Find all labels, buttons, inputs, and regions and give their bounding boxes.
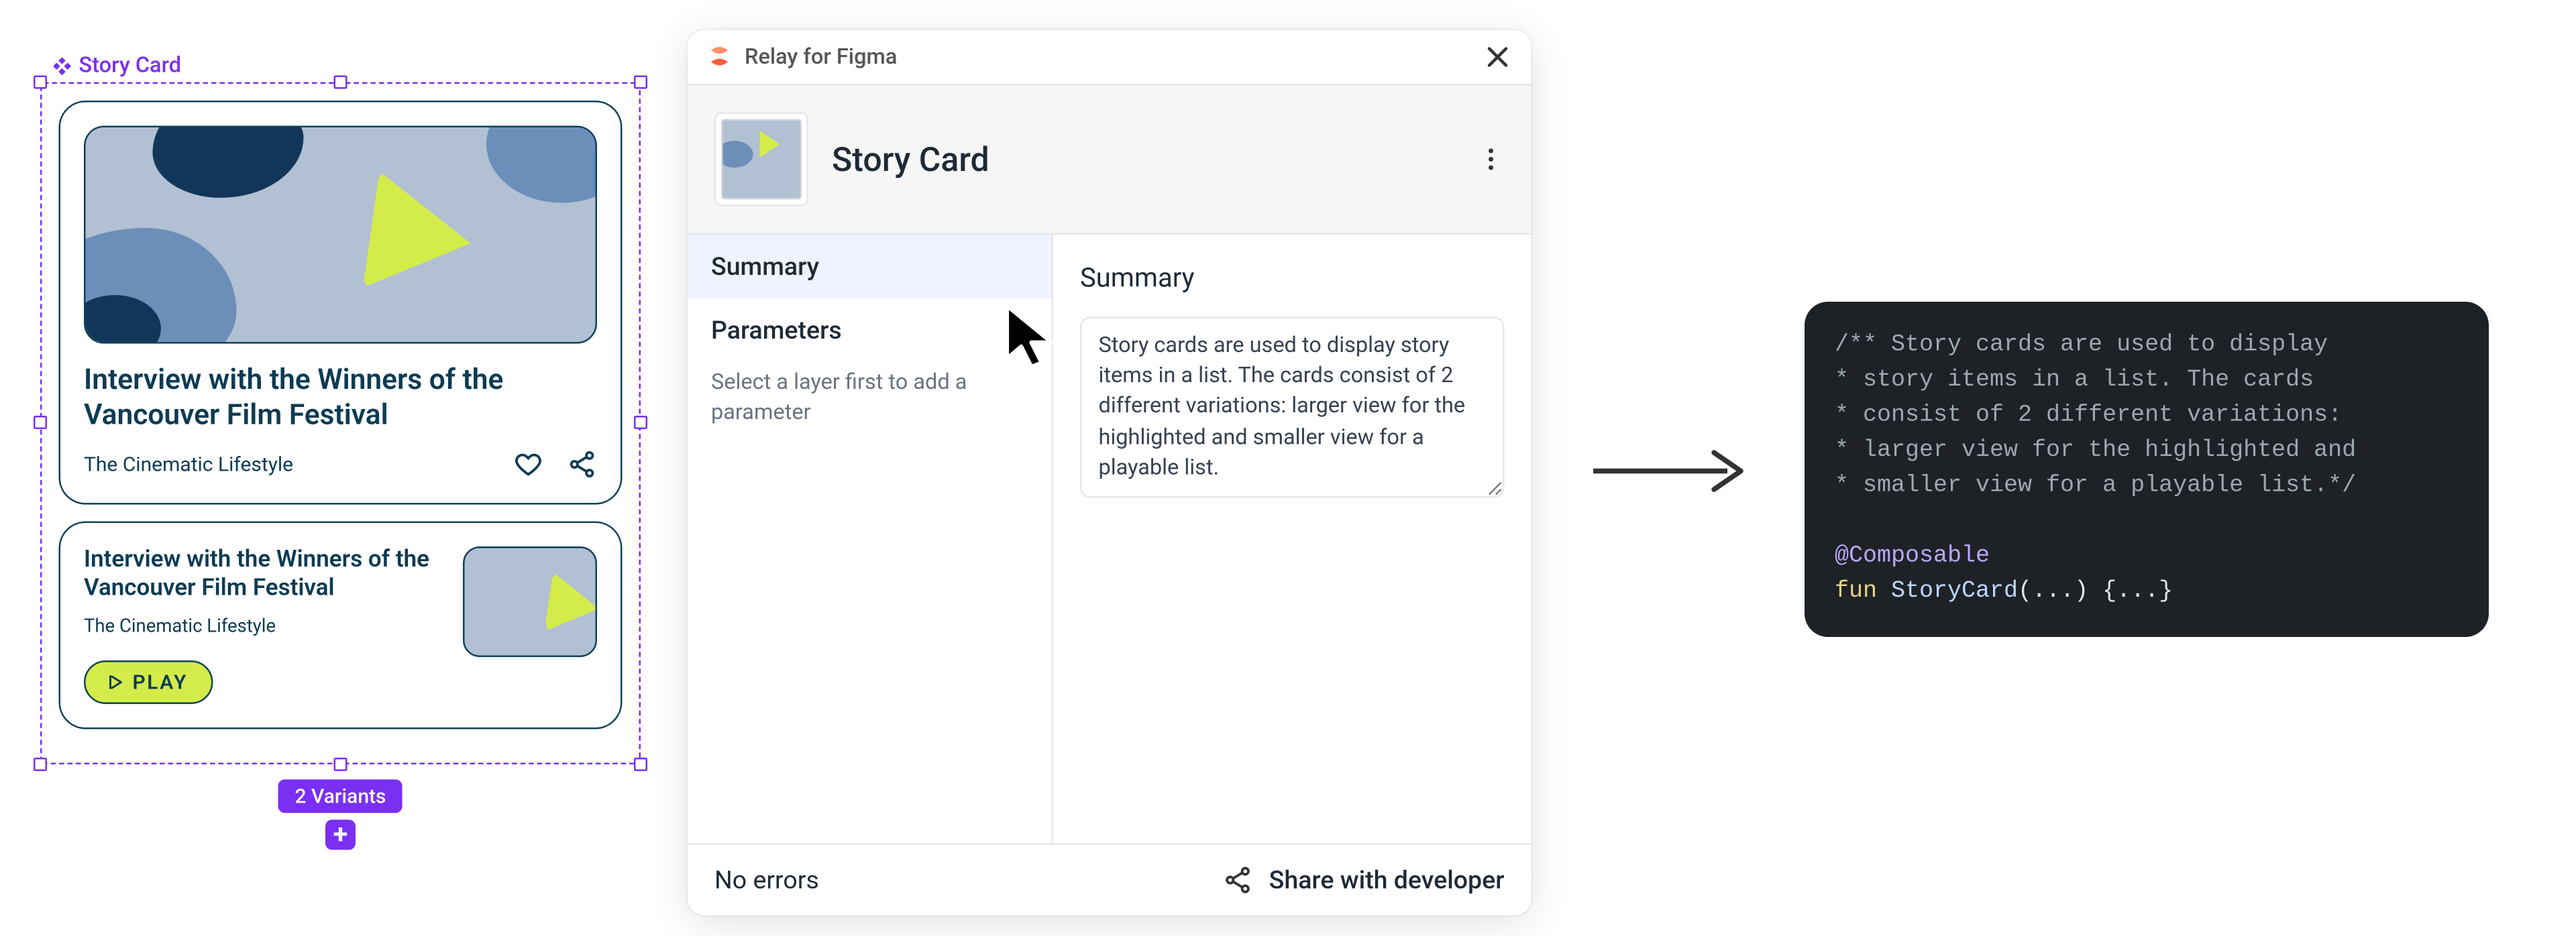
component-icon — [54, 57, 72, 76]
card-title: Interview with the Winners of the Vancou… — [84, 546, 443, 605]
component-thumbnail — [714, 113, 808, 207]
resize-handle[interactable] — [634, 76, 647, 89]
resize-handle[interactable] — [34, 76, 47, 89]
play-icon — [109, 675, 123, 688]
component-label: Story Card — [54, 54, 181, 79]
close-icon[interactable] — [1485, 44, 1511, 70]
component-label-text: Story Card — [79, 54, 182, 79]
code-decl-line: fun StoryCard(...) {...} — [1835, 579, 2173, 605]
resize-handle[interactable] — [334, 76, 347, 89]
share-icon[interactable] — [567, 449, 597, 479]
hero-image — [84, 126, 597, 344]
summary-heading: Summary — [1080, 261, 1505, 294]
relay-logo-icon — [708, 46, 731, 69]
plugin-name: Relay for Figma — [745, 44, 897, 70]
play-icon — [363, 171, 479, 301]
heart-icon[interactable] — [513, 449, 543, 479]
panel-sidebar: Summary Parameters Select a layer first … — [688, 235, 1053, 843]
plugin-titlebar: Relay for Figma — [688, 30, 1532, 86]
mouse-cursor-icon — [1003, 302, 1060, 369]
card-subtitle: The Cinematic Lifestyle — [84, 452, 293, 475]
selection-frame[interactable]: Interview with the Winners of the Vancou… — [40, 82, 641, 764]
code-comment-line: * consist of 2 different variations: — [1835, 402, 2342, 429]
status-text: No errors — [714, 865, 819, 895]
card-title: Interview with the Winners of the Vancou… — [84, 364, 597, 435]
play-label: PLAY — [133, 670, 188, 693]
play-button[interactable]: PLAY — [84, 660, 213, 703]
card-subtitle: The Cinematic Lifestyle — [84, 614, 443, 636]
play-icon — [545, 571, 597, 638]
arrow-right-icon — [1590, 446, 1748, 496]
relay-plugin-panel: Relay for Figma Story Card Summary Param… — [688, 30, 1532, 915]
resize-handle[interactable] — [334, 757, 347, 770]
variants-badge: 2 Variants — [278, 778, 403, 812]
share-label: Share with developer — [1269, 865, 1505, 895]
code-block: /** Story cards are used to display * st… — [1805, 302, 2489, 637]
tab-parameters[interactable]: Parameters — [688, 298, 1052, 362]
resize-handle[interactable] — [634, 757, 647, 770]
code-comment-line: /** Story cards are used to display — [1835, 332, 2328, 359]
figma-canvas-selection: Story Card Interview with the Winners — [40, 50, 641, 764]
resize-handle[interactable] — [34, 757, 47, 770]
story-card-large[interactable]: Interview with the Winners of the Vancou… — [59, 101, 623, 504]
code-comment-line: * smaller view for a playable list.*/ — [1835, 473, 2356, 500]
component-header: Story Card — [688, 86, 1532, 235]
code-annotation: @Composable — [1835, 543, 1990, 570]
resize-handle[interactable] — [34, 416, 47, 430]
parameters-help-text: Select a layer first to add a parameter — [688, 362, 1052, 453]
add-variant-button[interactable]: + — [325, 819, 356, 849]
thumbnail-image — [463, 546, 597, 656]
summary-textarea[interactable] — [1080, 317, 1505, 498]
component-name: Story Card — [832, 139, 1454, 180]
share-with-developer-button[interactable]: Share with developer — [1222, 865, 1505, 895]
resize-handle[interactable] — [634, 416, 647, 430]
kebab-menu-icon[interactable] — [1478, 146, 1505, 173]
share-icon — [1222, 865, 1252, 895]
tab-summary[interactable]: Summary — [688, 235, 1052, 298]
story-card-small[interactable]: Interview with the Winners of the Vancou… — [59, 520, 623, 728]
code-comment-line: * story items in a list. The cards — [1835, 367, 2314, 394]
code-comment-line: * larger view for the highlighted and — [1835, 438, 2356, 465]
